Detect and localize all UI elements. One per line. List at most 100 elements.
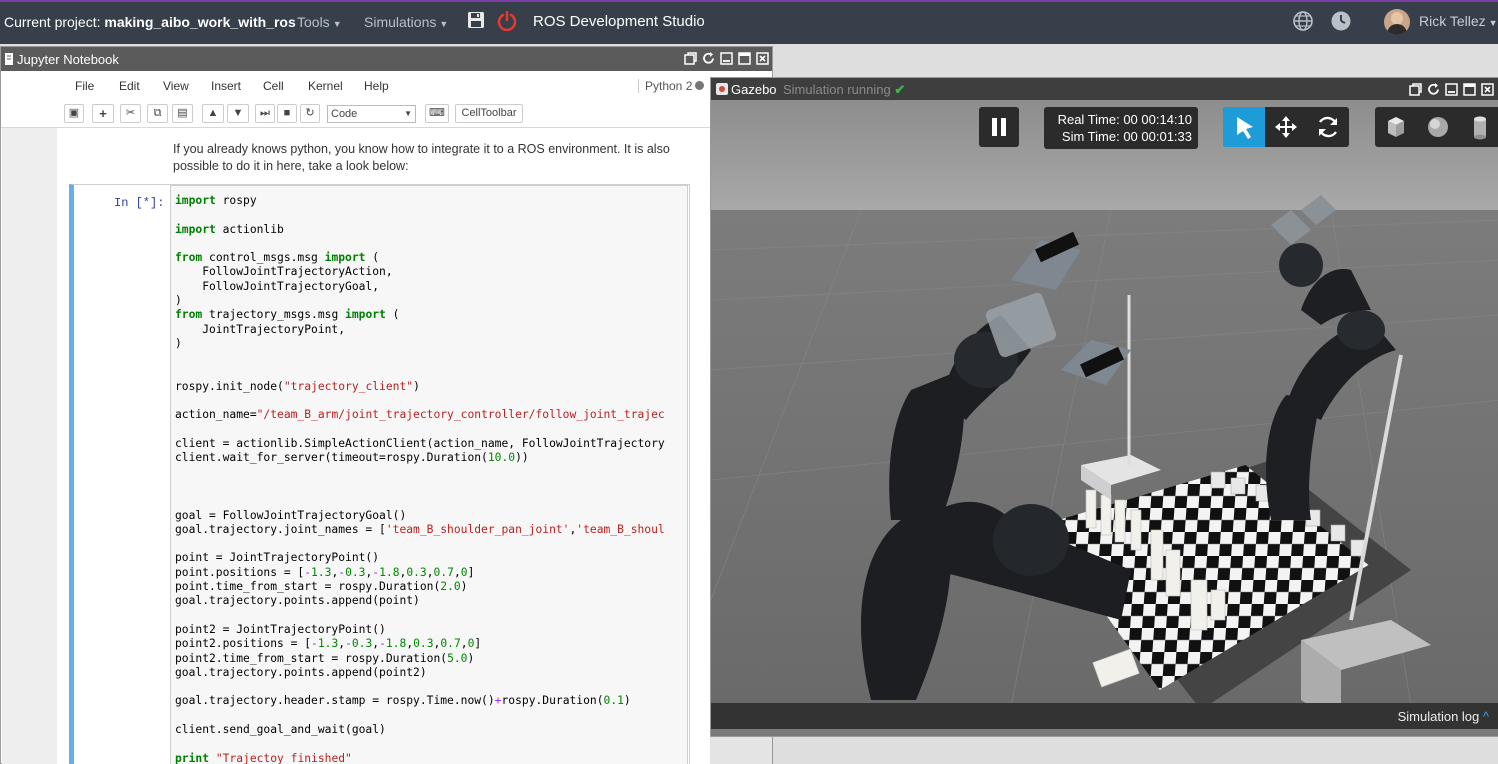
chevron-up-icon: ^	[1482, 709, 1489, 724]
paste-icon: ▤	[177, 107, 188, 119]
simulations-menu[interactable]: Simulations ▼	[364, 14, 448, 30]
chevron-down-icon: ▼	[1488, 18, 1498, 28]
restore-icon[interactable]	[683, 51, 698, 66]
restart-button[interactable]: ↻	[300, 104, 320, 123]
gazebo-window: Gazebo Simulation running ✔ Real Time: 0…	[710, 77, 1498, 737]
chevron-down-icon: ▼	[439, 19, 449, 29]
simulation-status: Simulation running ✔	[783, 82, 905, 98]
top-bar: Current project: making_aibo_work_with_r…	[0, 0, 1498, 44]
gazebo-3d-viewport[interactable]	[711, 100, 1498, 706]
simulation-log-label: Simulation log	[1397, 709, 1480, 724]
tools-menu[interactable]: Tools ▼	[297, 14, 342, 30]
project-label: Current project:	[4, 14, 101, 30]
refresh-icon[interactable]	[701, 51, 716, 66]
code-editor[interactable]: import rospy import actionlib from contr…	[170, 185, 688, 764]
power-icon[interactable]	[496, 10, 518, 32]
refresh-icon[interactable]	[1426, 82, 1441, 97]
move-down-button[interactable]: ▼	[227, 104, 249, 123]
sphere-shape-icon[interactable]	[1417, 107, 1459, 147]
minimize-icon[interactable]	[719, 51, 734, 66]
cut-button[interactable]: ✂	[120, 104, 141, 123]
menu-edit[interactable]: Edit	[119, 79, 140, 93]
minimize-icon[interactable]	[1444, 82, 1459, 97]
copy-icon: ⧉	[153, 107, 162, 119]
rotate-tool-icon[interactable]	[1307, 107, 1349, 147]
save-icon[interactable]	[466, 10, 488, 32]
close-icon[interactable]	[1480, 82, 1495, 97]
maximize-icon[interactable]	[737, 51, 752, 66]
markdown-cell[interactable]: If you already knows python, you know ho…	[173, 141, 683, 175]
cursor-icon	[1237, 117, 1253, 139]
clock-icon[interactable]	[1330, 10, 1352, 32]
sim-time: Sim Time: 00 00:01:33	[1061, 129, 1192, 144]
save-button[interactable]: ▣	[64, 104, 84, 123]
kernel-status-indicator	[695, 81, 704, 90]
run-button[interactable]: ⏭	[255, 104, 275, 123]
jupyter-title-bar[interactable]: Jupyter Notebook	[1, 47, 772, 71]
check-icon: ✔	[894, 82, 906, 97]
arrow-up-icon: ▲	[207, 107, 219, 119]
step-forward-icon: ⏭	[260, 107, 270, 119]
arrow-down-icon: ▼	[232, 107, 244, 119]
plus-icon: +	[99, 106, 107, 121]
menu-view[interactable]: View	[163, 79, 189, 93]
select-tool-button[interactable]	[1223, 107, 1265, 147]
stop-icon: ■	[283, 107, 291, 119]
cell-type-select[interactable]: Code ▼	[327, 105, 416, 123]
command-palette-button[interactable]: ⌨	[425, 104, 449, 123]
gazebo-window-title: Gazebo	[731, 82, 777, 97]
maximize-icon[interactable]	[1462, 82, 1477, 97]
globe-icon[interactable]	[1292, 10, 1314, 32]
project-name: making_aibo_work_with_ros	[104, 14, 296, 30]
gazebo-title-bar[interactable]: Gazebo Simulation running ✔	[711, 78, 1498, 100]
menu-help[interactable]: Help	[364, 79, 389, 93]
copy-button[interactable]: ⧉	[147, 104, 168, 123]
simulation-log-toggle[interactable]: Simulation log ^	[1398, 709, 1489, 724]
keyboard-icon: ⌨	[429, 107, 445, 119]
real-time: Real Time: 00 00:14:10	[1057, 112, 1192, 127]
pause-icon	[992, 118, 1006, 136]
transform-tool-group	[1223, 107, 1349, 147]
gazebo-icon	[716, 83, 728, 95]
interrupt-button[interactable]: ■	[277, 104, 297, 123]
tools-menu-label: Tools	[297, 14, 330, 30]
menu-kernel[interactable]: Kernel	[308, 79, 343, 93]
avatar[interactable]	[1384, 9, 1410, 35]
menu-cell[interactable]: Cell	[263, 79, 284, 93]
notebook-body[interactable]: If you already knows python, you know ho…	[2, 128, 710, 764]
insert-cell-button[interactable]: +	[92, 104, 114, 123]
notebook-icon	[5, 53, 13, 65]
code-text: import rospy import actionlib from contr…	[175, 194, 665, 764]
top-accent-line	[0, 0, 1498, 2]
move-tool-icon[interactable]	[1265, 107, 1307, 147]
box-shape-icon[interactable]	[1375, 107, 1417, 147]
save-icon: ▣	[68, 107, 80, 119]
scissors-icon: ✂	[125, 107, 136, 119]
jupyter-window: Jupyter Notebook File Edit View Insert C…	[0, 46, 773, 764]
user-menu[interactable]: Rick Tellez ▼	[1419, 13, 1498, 29]
chevron-down-icon: ▼	[332, 19, 342, 29]
celltoolbar-button[interactable]: CellToolbar	[455, 104, 523, 123]
paste-button[interactable]: ▤	[172, 104, 193, 123]
simulations-menu-label: Simulations	[364, 14, 437, 30]
jupyter-menu-bar: File Edit View Insert Cell Kernel Help P…	[63, 71, 713, 99]
simulation-log-bar[interactable]: Simulation log ^	[711, 703, 1498, 729]
user-name: Rick Tellez	[1419, 13, 1486, 29]
move-up-button[interactable]: ▲	[202, 104, 224, 123]
close-icon[interactable]	[755, 51, 770, 66]
current-project[interactable]: Current project: making_aibo_work_with_r…	[4, 14, 296, 30]
pause-button[interactable]	[979, 107, 1019, 147]
kernel-name: Python 2	[638, 79, 692, 93]
restore-icon[interactable]	[1408, 82, 1423, 97]
refresh-icon: ↻	[305, 107, 315, 119]
menu-insert[interactable]: Insert	[211, 79, 241, 93]
cell-prompt: In [*]:	[114, 196, 165, 210]
cylinder-shape-icon[interactable]	[1459, 107, 1498, 147]
notebook-gutter	[2, 128, 57, 764]
shape-tool-group	[1375, 107, 1498, 147]
menu-file[interactable]: File	[75, 79, 94, 93]
studio-title: ROS Development Studio	[533, 13, 705, 30]
sim-time-display: Real Time: 00 00:14:10 Sim Time: 00 00:0…	[1044, 107, 1198, 149]
jupyter-toolbar: ▣ + ✂ ⧉ ▤ ▲ ▼ ⏭ ■ ↻ Code ▼ ⌨ CellToolbar	[63, 101, 713, 127]
cell-type-value: Code	[331, 108, 358, 120]
